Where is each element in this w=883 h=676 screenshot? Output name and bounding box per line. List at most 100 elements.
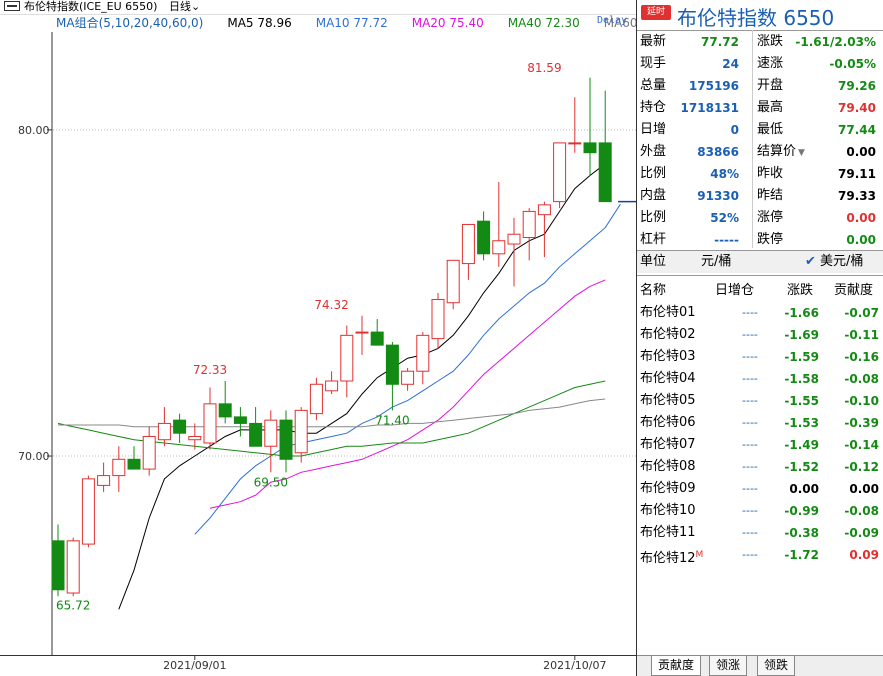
col-daily[interactable]: 日增仓 [715, 281, 754, 301]
tab-leading-up[interactable]: 领涨 [709, 656, 748, 676]
candle-body [370, 331, 384, 346]
component-row[interactable]: 布伦特11 ---- -0.38 -0.09 [637, 522, 883, 544]
component-row[interactable]: 布伦特07 ---- -1.49 -0.14 [637, 434, 883, 456]
col-contrib[interactable]: 贡献度 [834, 281, 873, 301]
component-daily: ---- [742, 416, 758, 429]
component-daily: ---- [742, 372, 758, 385]
quote-label: 比例 [640, 210, 667, 225]
quote-label: 速涨 [757, 56, 784, 71]
col-change[interactable]: 涨跌 [787, 281, 813, 301]
quote-label: 最新 [640, 34, 667, 49]
component-contrib: -0.11 [844, 328, 879, 342]
candle-body [522, 210, 536, 238]
component-name: 布伦特08 [640, 459, 696, 474]
candle-body [249, 422, 263, 447]
candle-body [218, 403, 232, 418]
quote-label: 比例 [640, 166, 667, 181]
quote-value: 175196 [688, 79, 739, 93]
candle-body [340, 334, 354, 382]
component-row[interactable]: 布伦特12M ---- -1.72 0.09 [637, 544, 883, 566]
component-change: -0.99 [784, 504, 819, 518]
ma-legend-item: MA40 72.30 [507, 16, 580, 30]
price-annotation: 72.33 [193, 363, 227, 377]
col-name[interactable]: 名称 [640, 281, 666, 301]
component-row[interactable]: 布伦特04 ---- -1.58 -0.08 [637, 368, 883, 390]
period-selector[interactable]: 日线⌄ [169, 0, 200, 13]
component-change: -1.72 [784, 548, 819, 562]
futures-terminal-window: 80.00 70.00 2021/09/01 2021/10/07 81.59 74.32… [0, 0, 883, 676]
component-name: 布伦特01 [640, 305, 696, 320]
instrument-code: 6550 [783, 6, 835, 30]
tab-leading-down[interactable]: 领跌 [757, 656, 796, 676]
candle-body [568, 142, 582, 145]
quote-value: 77.72 [701, 35, 739, 49]
quote-value: -1.61/2.03% [795, 35, 876, 49]
instrument-name: 布伦特指数(ICE_EU 6550) [24, 0, 158, 13]
candle-body [127, 458, 141, 470]
component-change: -1.66 [784, 306, 819, 320]
component-daily: ---- [742, 438, 758, 451]
component-contrib: -0.08 [844, 504, 879, 518]
unit-option-usd[interactable]: ✔ 美元/桶 [805, 251, 863, 273]
component-name: 布伦特02 [640, 327, 696, 342]
tab-contribution[interactable]: 贡献度 [651, 656, 702, 676]
component-name: 布伦特07 [640, 437, 696, 452]
unit-label: 单位 [640, 254, 667, 269]
y-tick-label: 70.00 [18, 450, 50, 463]
candle-body [309, 383, 323, 415]
component-contrib: -0.09 [844, 526, 879, 540]
candle-body [385, 344, 399, 385]
x-tick-label: 2021/09/01 [163, 659, 226, 672]
dropdown-arrow-icon[interactable]: ▼ [798, 148, 805, 158]
component-contrib: 0.00 [849, 482, 879, 496]
quote-label[interactable]: 结算价 ▼ [757, 141, 805, 164]
component-contrib: -0.07 [844, 306, 879, 320]
quote-row: 杠杆 ----- 跌停 0.00 [637, 229, 883, 251]
quote-row: 现手 24 速涨 -0.05% [637, 53, 883, 75]
chart-menu-icon[interactable] [4, 1, 20, 11]
candle-body [294, 409, 308, 454]
candle-body [355, 331, 369, 334]
component-name: 布伦特11 [640, 525, 696, 540]
component-row[interactable]: 布伦特01 ---- -1.66 -0.07 [637, 302, 883, 324]
ma-group-label[interactable]: MA组合(5,10,20,40,60,0) [56, 16, 203, 30]
component-row[interactable]: 布伦特08 ---- -1.52 -0.12 [637, 456, 883, 478]
main-contract-marker: M [695, 550, 704, 560]
component-daily: ---- [742, 328, 758, 341]
quote-row: 比例 48% 昨收 79.11 [637, 163, 883, 185]
component-row[interactable]: 布伦特10 ---- -0.99 -0.08 [637, 500, 883, 522]
unit-option-cny[interactable]: 元/桶 [701, 251, 731, 273]
component-daily: ---- [742, 350, 758, 363]
component-daily: ---- [742, 504, 758, 517]
quote-value: 83866 [697, 145, 739, 159]
quote-label: 持仓 [640, 100, 667, 115]
quote-label: 昨结 [757, 188, 784, 203]
candle-body [598, 142, 612, 203]
candle-body [233, 416, 247, 424]
component-contrib: -0.14 [844, 438, 879, 452]
quote-row: 总量 175196 开盘 79.26 [637, 75, 883, 97]
candle-body [401, 370, 415, 385]
candle-body [583, 142, 597, 154]
candle-body [51, 540, 65, 591]
price-annotation: 74.32 [314, 298, 348, 312]
divider [637, 275, 883, 276]
quote-label: 涨跌 [757, 34, 784, 49]
component-row[interactable]: 布伦特09 ---- 0.00 0.00 [637, 478, 883, 500]
quote-label: 内盘 [640, 188, 667, 203]
component-row[interactable]: 布伦特05 ---- -1.55 -0.10 [637, 390, 883, 412]
candlestick-chart[interactable]: 80.00 70.00 2021/09/01 2021/10/07 81.59 74.32… [0, 0, 636, 676]
candle-body [553, 142, 567, 203]
candle-body [325, 380, 339, 392]
component-contrib: -0.16 [844, 350, 879, 364]
candle-body [537, 204, 551, 216]
quote-label: 最高 [757, 100, 784, 115]
candle-body [97, 475, 111, 486]
component-row[interactable]: 布伦特06 ---- -1.53 -0.39 [637, 412, 883, 434]
component-name: 布伦特06 [640, 415, 696, 430]
component-row[interactable]: 布伦特03 ---- -1.59 -0.16 [637, 346, 883, 368]
candle-body [492, 240, 506, 255]
component-row[interactable]: 布伦特02 ---- -1.69 -0.11 [637, 324, 883, 346]
candle-body [264, 419, 278, 447]
quote-value: 24 [722, 57, 739, 71]
